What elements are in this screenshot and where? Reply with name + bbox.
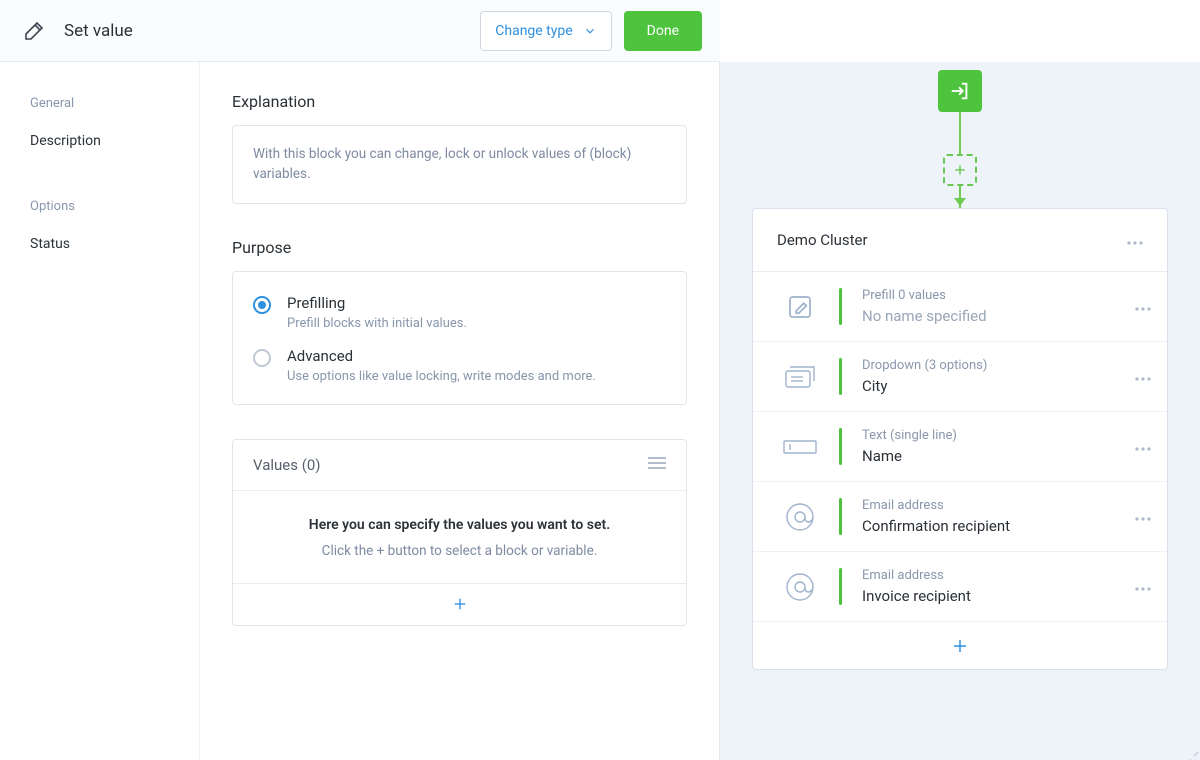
row-name: City — [862, 377, 1131, 395]
row-name: Confirmation recipient — [862, 517, 1131, 535]
row-accent-bar — [839, 498, 842, 535]
email-icon — [777, 501, 823, 533]
chevron-down-icon — [583, 24, 597, 38]
row-accent-bar — [839, 288, 842, 325]
nav-group-general: General — [0, 88, 199, 119]
radio-label: Advanced — [287, 347, 596, 365]
values-title: Values (0) — [253, 456, 321, 474]
insert-node-button[interactable] — [943, 154, 977, 186]
side-add-button[interactable]: + — [1175, 749, 1200, 760]
plus-icon — [951, 637, 969, 655]
radio-label: Prefilling — [287, 294, 467, 312]
values-empty-title: Here you can specify the values you want… — [253, 517, 666, 533]
cluster-row[interactable]: Email address Invoice recipient — [753, 552, 1167, 621]
row-accent-bar — [839, 428, 842, 465]
cluster-title: Demo Cluster — [777, 231, 868, 249]
values-empty-sub: Click the + button to select a block or … — [253, 543, 666, 559]
nav-group-options: Options — [0, 191, 199, 222]
menu-icon[interactable] — [648, 456, 666, 474]
row-menu-button[interactable] — [1131, 435, 1155, 459]
radio-desc: Use options like value locking, write mo… — [287, 369, 596, 384]
enter-icon — [949, 80, 971, 102]
row-menu-button[interactable] — [1131, 575, 1155, 599]
panel-title: Set value — [64, 21, 133, 41]
plus-icon — [953, 163, 967, 177]
purpose-option-advanced[interactable]: Advanced Use options like value locking, … — [253, 347, 666, 384]
nav-item-description[interactable]: Description — [0, 119, 199, 163]
values-add-button[interactable] — [233, 583, 686, 625]
cluster-row[interactable]: Email address Confirmation recipient — [753, 482, 1167, 552]
purpose-card: Prefilling Prefill blocks with initial va… — [232, 271, 687, 405]
row-menu-button[interactable] — [1131, 365, 1155, 389]
row-meta: Prefill 0 values — [862, 288, 1131, 303]
row-menu-button[interactable] — [1131, 505, 1155, 529]
editor-panel: General Description Options Status Expla… — [0, 62, 720, 760]
dots-icon — [1135, 307, 1151, 311]
cluster-card: Demo Cluster Prefill 0 values No name spe… — [752, 208, 1168, 670]
edit-icon — [22, 19, 46, 43]
purpose-option-prefilling[interactable]: Prefilling Prefill blocks with initial va… — [253, 294, 666, 331]
row-accent-bar — [839, 568, 842, 605]
row-name: Invoice recipient — [862, 587, 1131, 605]
row-meta: Text (single line) — [862, 428, 1131, 443]
row-accent-bar — [839, 358, 842, 395]
dots-icon — [1127, 241, 1143, 245]
panel-header: Set value Change type Done — [0, 0, 720, 62]
row-menu-button[interactable] — [1131, 295, 1155, 319]
nav-item-status[interactable]: Status — [0, 222, 199, 266]
radio-desc: Prefill blocks with initial values. — [287, 316, 467, 331]
side-nav: General Description Options Status — [0, 62, 200, 760]
purpose-title: Purpose — [232, 238, 687, 257]
change-type-label: Change type — [495, 23, 572, 39]
done-label: Done — [647, 23, 679, 39]
flow-canvas: Demo Cluster Prefill 0 values No name spe… — [720, 62, 1200, 760]
cluster-row[interactable]: Dropdown (3 options) City — [753, 342, 1167, 412]
arrow-down-icon — [954, 198, 966, 206]
entry-node[interactable] — [938, 70, 982, 112]
row-name: No name specified — [862, 307, 1131, 325]
email-icon — [777, 571, 823, 603]
edit-icon — [777, 292, 823, 322]
dots-icon — [1135, 517, 1151, 521]
row-meta: Email address — [862, 568, 1131, 583]
cluster-row[interactable]: Text (single line) Name — [753, 412, 1167, 482]
row-meta: Dropdown (3 options) — [862, 358, 1131, 373]
dots-icon — [1135, 447, 1151, 451]
dots-icon — [1135, 587, 1151, 591]
plus-icon — [452, 596, 468, 612]
values-card: Values (0) Here you can specify the valu… — [232, 439, 687, 626]
explanation-card: With this block you can change, lock or … — [232, 125, 687, 204]
radio-icon — [253, 296, 271, 314]
radio-icon — [253, 349, 271, 367]
cluster-row[interactable]: Prefill 0 values No name specified — [753, 272, 1167, 342]
cluster-menu-button[interactable] — [1123, 227, 1147, 253]
change-type-button[interactable]: Change type — [480, 11, 611, 51]
done-button[interactable]: Done — [624, 11, 702, 51]
dropdown-icon — [777, 363, 823, 391]
dots-icon — [1135, 377, 1151, 381]
row-meta: Email address — [862, 498, 1131, 513]
explanation-title: Explanation — [232, 92, 687, 111]
cluster-add-button[interactable] — [753, 621, 1167, 669]
row-name: Name — [862, 447, 1131, 465]
editor-content: Explanation With this block you can chan… — [200, 62, 719, 760]
text-icon — [777, 437, 823, 457]
